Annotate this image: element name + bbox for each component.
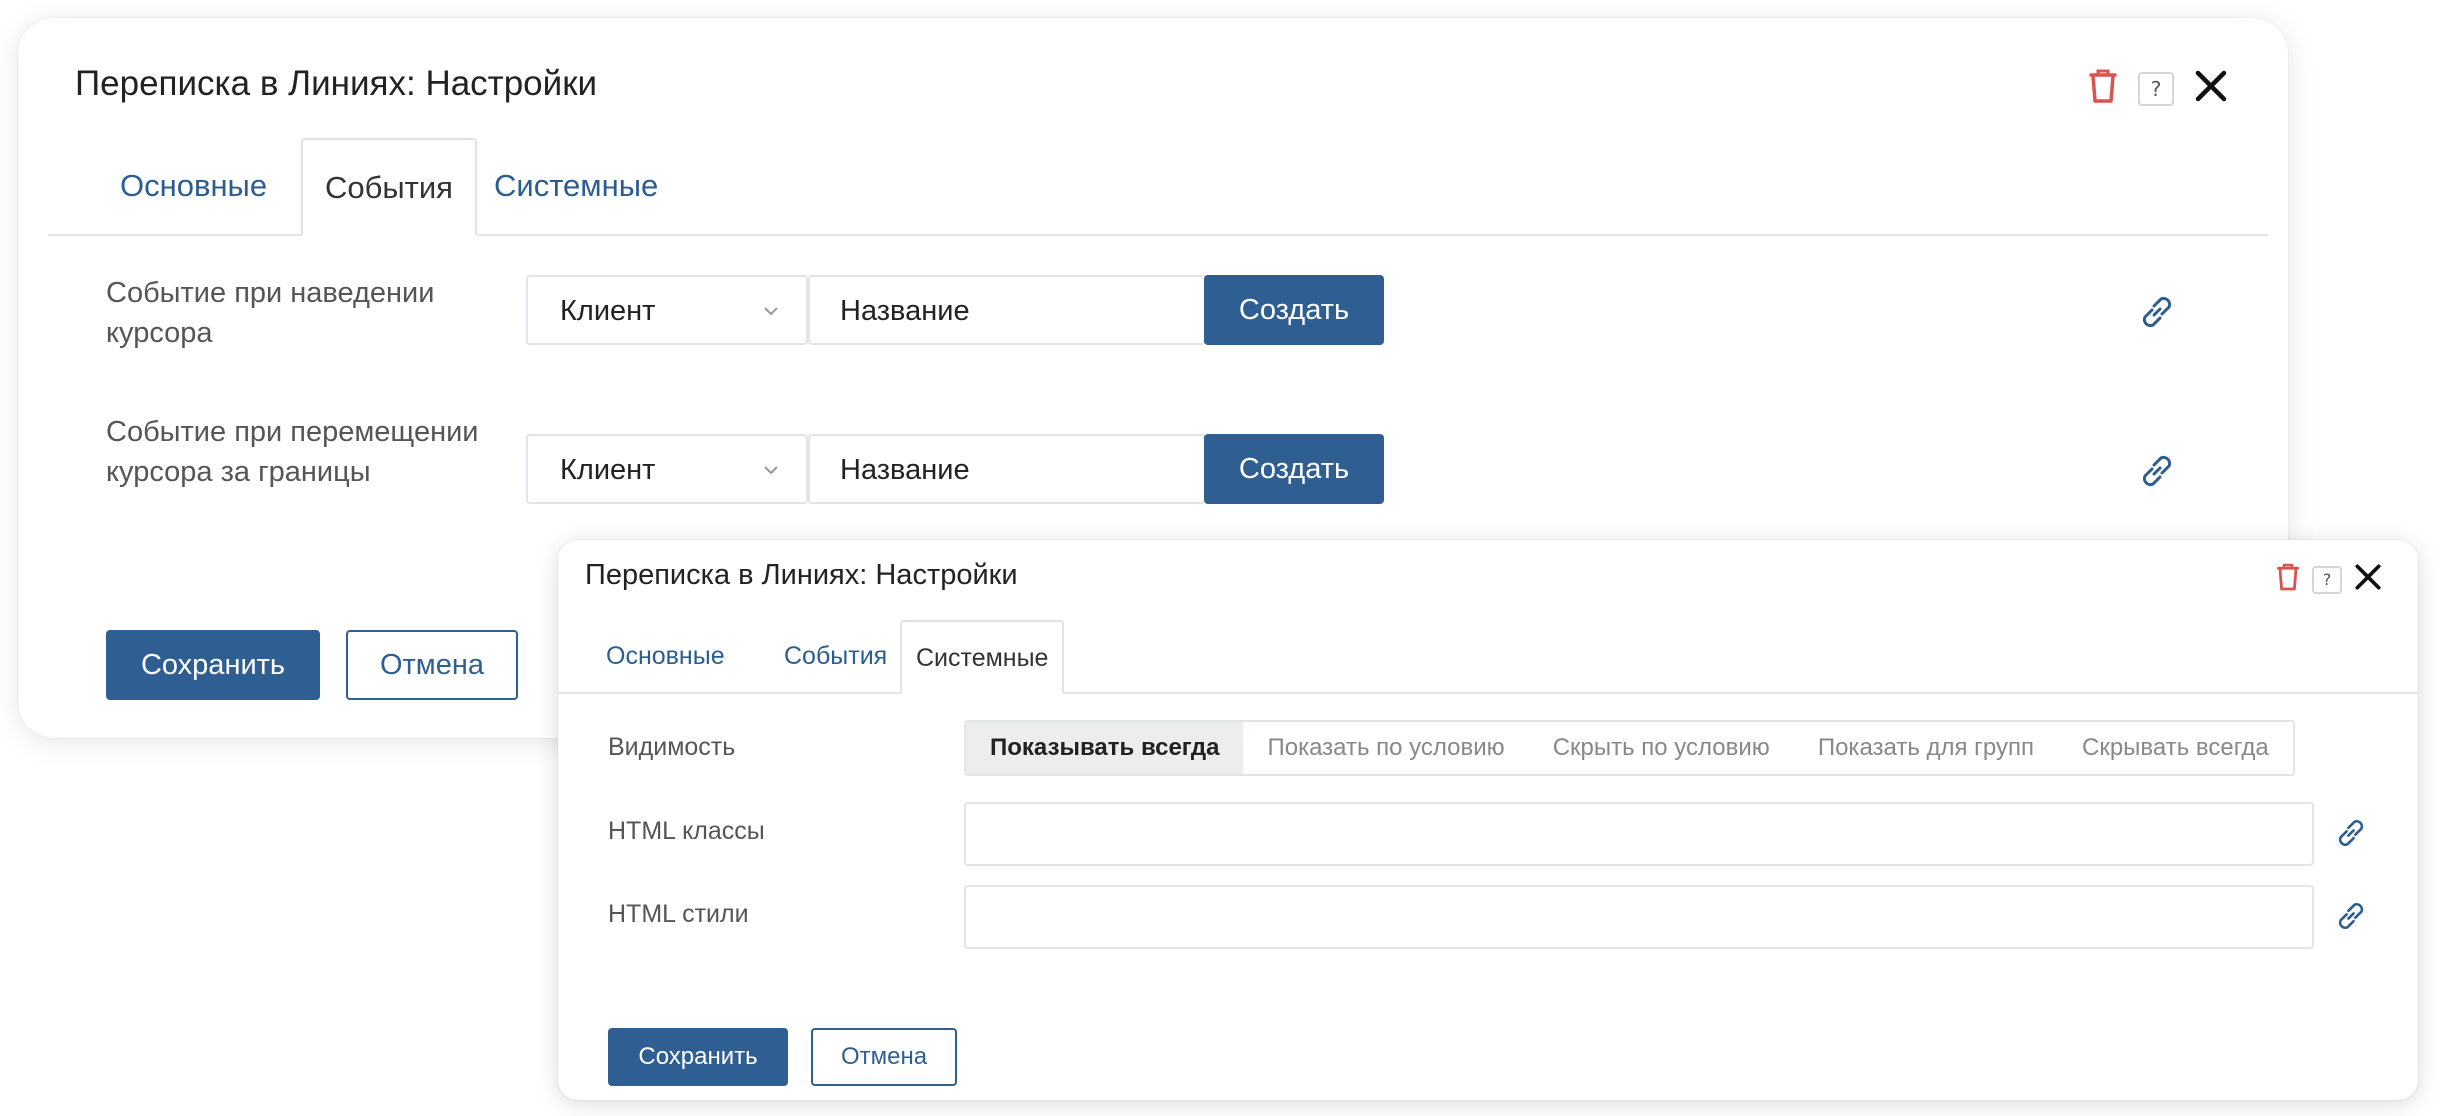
tab-events[interactable]: События [770,620,901,692]
help-icon[interactable]: ? [2138,71,2174,106]
name-placeholder: Название [840,454,970,486]
visibility-option-always-show[interactable]: Показывать всегда [966,722,1244,774]
tab-events[interactable]: События [301,138,477,236]
html-classes-label: HTML классы [608,817,765,845]
html-styles-input[interactable] [964,885,2314,949]
tab-system[interactable]: Системные [900,620,1065,694]
dialog-title: Переписка в Линиях: Настройки [75,64,598,103]
tab-main[interactable]: Основные [98,138,289,234]
visibility-label: Видимость [608,733,736,761]
save-button[interactable]: Сохранить [106,630,320,700]
close-icon[interactable] [2194,69,2228,108]
html-styles-label: HTML стили [608,900,749,928]
cancel-button[interactable]: Отмена [346,630,518,700]
visibility-segmented-control: Показывать всегда Показать по условию Ск… [964,720,2295,776]
system-settings-dialog: Переписка в Линиях: Настройки ? Основные… [558,540,2418,1100]
tab-bar: Основные События Системные [48,138,2268,236]
select-value: Клиент [560,295,656,327]
cancel-button[interactable]: Отмена [811,1028,957,1086]
save-button[interactable]: Сохранить [608,1028,788,1086]
tab-system[interactable]: Системные [472,138,680,234]
visibility-option-show-for-groups[interactable]: Показать для групп [1794,722,2058,774]
close-icon[interactable] [2354,563,2382,596]
visibility-option-hide-if[interactable]: Скрыть по условию [1529,722,1794,774]
dialog-title: Переписка в Линиях: Настройки [585,559,1018,591]
event-leave-label: Событие при перемещении курсора за грани… [106,416,479,488]
event-hover-label: Событие при наведении курсора [106,277,435,349]
html-classes-input[interactable] [964,802,2314,866]
create-button[interactable]: Создать [1204,275,1384,345]
create-button[interactable]: Создать [1204,434,1384,504]
help-icon[interactable]: ? [2312,565,2342,594]
trash-icon[interactable] [2088,68,2118,109]
trash-icon[interactable] [2276,562,2300,597]
event-leave-name-input[interactable]: Название [808,434,1206,504]
chevron-down-icon [762,297,780,330]
tab-bar: Основные События Системные [558,620,2418,694]
link-icon[interactable] [2135,290,2179,339]
dialog-header-actions: ? [2276,562,2382,597]
select-value: Клиент [560,454,656,486]
link-icon[interactable] [2135,449,2179,498]
dialog-header-actions: ? [2088,68,2228,109]
visibility-option-show-if[interactable]: Показать по условию [1243,722,1528,774]
link-icon[interactable] [2332,897,2370,940]
chevron-down-icon [762,456,780,489]
link-icon[interactable] [2332,814,2370,857]
name-placeholder: Название [840,295,970,327]
visibility-option-always-hide[interactable]: Скрывать всегда [2058,722,2293,774]
tab-main[interactable]: Основные [592,620,739,692]
event-leave-source-select[interactable]: Клиент [526,434,808,504]
event-hover-name-input[interactable]: Название [808,275,1206,345]
event-hover-source-select[interactable]: Клиент [526,275,808,345]
